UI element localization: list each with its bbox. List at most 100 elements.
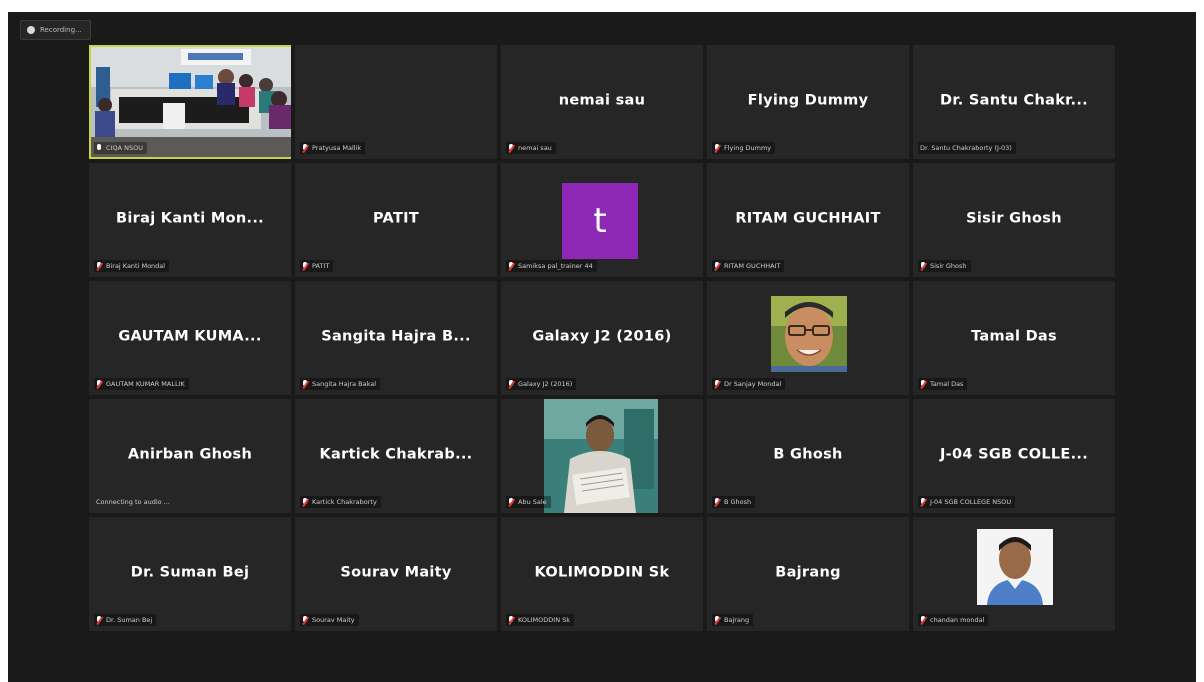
participant-label-text: Connecting to audio ...: [96, 498, 170, 506]
participant-name: Sourav Maity: [340, 564, 452, 581]
participant-label-text: Kartick Chakraborty: [312, 498, 377, 506]
participant-name: Dr. Suman Bej: [130, 564, 250, 581]
participant-label: J-04 SGB COLLEGE NSOU: [918, 496, 1016, 508]
participant-label: Kartick Chakraborty: [300, 496, 381, 508]
participant-name: PATIT: [372, 210, 420, 227]
participant-label-text: Flying Dummy: [724, 144, 772, 152]
mic-muted-icon: [508, 497, 514, 507]
participant-label: KOLIMODDIN Sk: [506, 614, 575, 626]
participant-label: CIQA NSOU: [94, 142, 147, 154]
participant-tile[interactable]: Pratyusa Mallik: [295, 45, 497, 159]
participant-label: Dr. Suman Bej: [94, 614, 157, 626]
participant-tile[interactable]: Sourav Maity Sourav Maity: [295, 517, 497, 631]
participant-name: Dr. Santu Chakr...: [940, 92, 1088, 109]
participant-label: Galaxy J2 (2016): [506, 378, 577, 390]
participant-tile[interactable]: Dr. Suman Bej Dr. Suman Bej: [89, 517, 291, 631]
participant-label-text: nemai sau: [518, 144, 552, 152]
mic-muted-icon: [508, 379, 514, 389]
participant-tile[interactable]: Galaxy J2 (2016) Galaxy J2 (2016): [501, 281, 703, 395]
participant-label-text: PATIT: [312, 262, 330, 270]
participant-name: nemai sau: [558, 92, 646, 109]
profile-photo: [544, 399, 658, 513]
participant-label: Dr Sanjay Mondal: [712, 378, 786, 390]
participant-label: Abu Sale: [506, 496, 551, 508]
participant-tile[interactable]: PATIT PATIT: [295, 163, 497, 277]
mic-muted-icon: [714, 615, 720, 625]
participant-name: Tamal Das: [971, 328, 1057, 345]
participant-label: Connecting to audio ...: [94, 496, 174, 508]
recording-icon: [27, 26, 35, 34]
participant-name: Kartick Chakrab...: [319, 446, 473, 463]
participant-tile[interactable]: Abu Sale: [501, 399, 703, 513]
participant-name: GAUTAM KUMA...: [118, 328, 262, 345]
participant-label: Pratyusa Mallik: [300, 142, 366, 154]
participant-name: KOLIMODDIN Sk: [534, 564, 670, 581]
participant-label: nemai sau: [506, 142, 556, 154]
participant-tile[interactable]: Bajrang Bajrang: [707, 517, 909, 631]
participant-tile[interactable]: Kartick Chakrab... Kartick Chakraborty: [295, 399, 497, 513]
participant-label: Biraj Kanti Mondal: [94, 260, 170, 272]
participant-label-text: CIQA NSOU: [106, 144, 143, 152]
participant-label-text: B Ghosh: [724, 498, 752, 506]
mic-muted-icon: [508, 615, 514, 625]
mic-muted-icon: [302, 615, 308, 625]
recording-indicator[interactable]: Recording...: [20, 20, 91, 40]
participant-label-text: chandan mondal: [930, 616, 985, 624]
mic-muted-icon: [302, 261, 308, 271]
participant-tile[interactable]: B Ghosh B Ghosh: [707, 399, 909, 513]
participant-label-text: KOLIMODDIN Sk: [518, 616, 571, 624]
participant-name: Anirban Ghosh: [127, 446, 253, 463]
participant-label: Sisir Ghosh: [918, 260, 971, 272]
participant-tile[interactable]: J-04 SGB COLLE... J-04 SGB COLLEGE NSOU: [913, 399, 1115, 513]
mic-muted-icon: [920, 261, 926, 271]
participant-tile[interactable]: Anirban Ghosh Connecting to audio ...: [89, 399, 291, 513]
participant-name: RITAM GUCHHAIT: [735, 210, 881, 227]
participant-label-text: Samiksa pal_trainer 44: [518, 262, 593, 270]
mic-muted-icon: [96, 615, 102, 625]
mic-muted-icon: [302, 143, 308, 153]
participant-tile[interactable]: chandan mondal: [913, 517, 1115, 631]
participant-label-text: J-04 SGB COLLEGE NSOU: [930, 498, 1012, 506]
mic-muted-icon: [714, 497, 720, 507]
mic-muted-icon: [920, 615, 926, 625]
participant-tile[interactable]: Dr Sanjay Mondal: [707, 281, 909, 395]
participant-label: Samiksa pal_trainer 44: [506, 260, 597, 272]
participant-name: Sangita Hajra B...: [321, 328, 471, 345]
participant-tile[interactable]: KOLIMODDIN Sk KOLIMODDIN Sk: [501, 517, 703, 631]
mic-muted-icon: [508, 261, 514, 271]
participant-tile[interactable]: RITAM GUCHHAIT RITAM GUCHHAIT: [707, 163, 909, 277]
participant-tile[interactable]: Biraj Kanti Mon... Biraj Kanti Mondal: [89, 163, 291, 277]
recording-label: Recording...: [40, 26, 82, 34]
participant-label: Tamal Das: [918, 378, 968, 390]
participant-label: Sangita Hajra Bakal: [300, 378, 381, 390]
mic-muted-icon: [302, 497, 308, 507]
participant-label-text: RITAM GUCHHAIT: [724, 262, 781, 270]
mic-muted-icon: [96, 261, 102, 271]
participant-label-text: Tamal Das: [930, 380, 964, 388]
participant-label-text: Sisir Ghosh: [930, 262, 967, 270]
participant-label-text: Pratyusa Mallik: [312, 144, 362, 152]
participant-label-text: Dr Sanjay Mondal: [724, 380, 782, 388]
participant-tile[interactable]: Sangita Hajra B... Sangita Hajra Bakal: [295, 281, 497, 395]
participant-name: Biraj Kanti Mon...: [116, 210, 264, 227]
participant-tile[interactable]: Tamal Das Tamal Das: [913, 281, 1115, 395]
mic-muted-icon: [920, 497, 926, 507]
participant-name: Bajrang: [775, 564, 841, 581]
participant-tile[interactable]: t Samiksa pal_trainer 44: [501, 163, 703, 277]
classroom-video: [91, 47, 291, 157]
participant-tile[interactable]: Sisir Ghosh Sisir Ghosh: [913, 163, 1115, 277]
participant-label: B Ghosh: [712, 496, 756, 508]
participant-tile[interactable]: GAUTAM KUMA... GAUTAM KUMAR MALLIK: [89, 281, 291, 395]
participant-label-text: GAUTAM KUMAR MALLIK: [106, 380, 185, 388]
profile-photo: [977, 529, 1053, 605]
participant-name: Sisir Ghosh: [966, 210, 1062, 227]
participant-tile[interactable]: CIQA NSOU: [89, 45, 291, 159]
participant-tile[interactable]: Flying Dummy Flying Dummy: [707, 45, 909, 159]
participant-label-text: Dr. Suman Bej: [106, 616, 153, 624]
participant-gallery: CIQA NSOU Pratyusa Mallik nemai sau nema…: [89, 45, 1115, 631]
participant-label: PATIT: [300, 260, 334, 272]
participant-name: J-04 SGB COLLE...: [939, 446, 1089, 463]
participant-label-text: Sangita Hajra Bakal: [312, 380, 377, 388]
participant-tile[interactable]: Dr. Santu Chakr... Dr. Santu Chakraborty…: [913, 45, 1115, 159]
participant-tile[interactable]: nemai sau nemai sau: [501, 45, 703, 159]
